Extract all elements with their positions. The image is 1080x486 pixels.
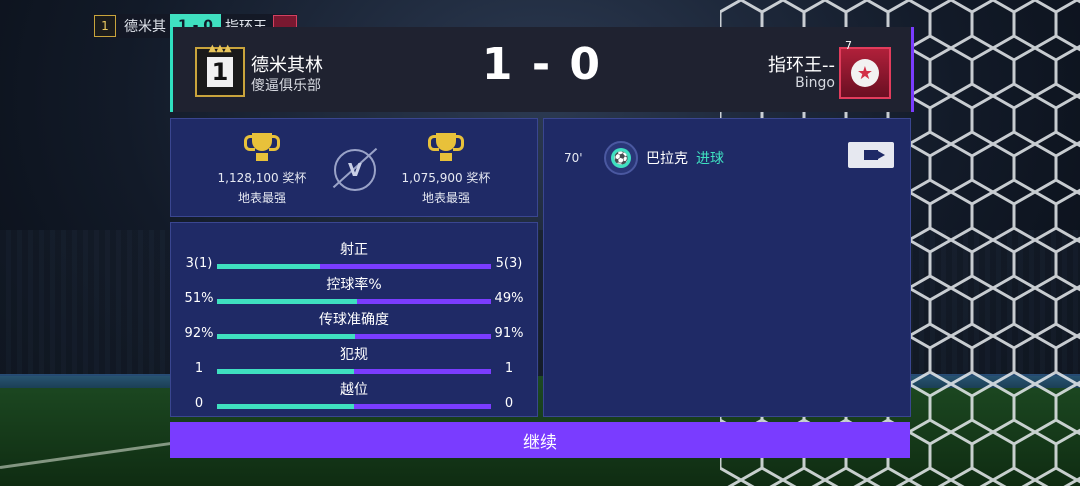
home-trophy-count: 1,128,100 奖杯 (217, 171, 307, 185)
video-camera-icon (864, 150, 885, 160)
stat-home-value: 1 (194, 361, 204, 376)
stat-bar (217, 299, 491, 304)
stat-label: 传球准确度 (319, 312, 389, 328)
events-panel: 70' ⚽ 巴拉克 进球 (543, 118, 911, 417)
stat-label: 犯规 (340, 347, 368, 363)
stat-label: 射正 (340, 242, 368, 258)
away-trophy-count: 1,075,900 奖杯 (401, 171, 491, 185)
stat-away-value: 0 (504, 396, 514, 411)
stat-row: 越位 0 0 (171, 379, 537, 413)
home-division: 地表最强 (237, 191, 286, 205)
stat-bar (217, 334, 491, 339)
away-division: 地表最强 (421, 191, 470, 205)
away-team-name: 指环王-- (768, 55, 835, 76)
stat-row: 控球率% 51% 49% (171, 274, 537, 308)
stat-row: 传球准确度 92% 91% (171, 309, 537, 343)
trophy-icon (244, 133, 280, 163)
trophy-icon (428, 133, 464, 163)
event-player: 巴拉克 (646, 151, 688, 167)
replay-button[interactable] (848, 142, 894, 168)
stat-away-value: 49% (494, 291, 524, 306)
away-badge-icon: 7 ★ (839, 39, 891, 99)
stat-home-value: 51% (184, 291, 214, 306)
stat-home-value: 3(1) (185, 256, 213, 271)
event-row: 70' ⚽ 巴拉克 进球 (564, 141, 724, 175)
stat-row: 射正 3(1) 5(3) (171, 239, 537, 273)
stat-bar (217, 369, 491, 374)
home-crest-icon: 1 (94, 15, 116, 37)
stat-home-value: 92% (184, 326, 214, 341)
stat-label: 控球率% (326, 277, 382, 293)
match-header: ▲▲▲ 1 德米其林 傻逼俱乐部 1 - 0 指环王-- Bingo 7 ★ (170, 27, 914, 112)
continue-button[interactable]: 继续 (170, 422, 910, 458)
star-icon: ★ (851, 59, 879, 87)
stat-bar (217, 404, 491, 409)
event-minute: 70' (564, 151, 583, 165)
mini-home-name: 德米其 (124, 19, 166, 35)
stat-bar (217, 264, 491, 269)
stat-away-value: 5(3) (495, 256, 523, 271)
stat-away-value: 91% (494, 326, 524, 341)
away-club-name: Bingo (795, 75, 835, 91)
stat-away-value: 1 (504, 361, 514, 376)
stat-home-value: 0 (194, 396, 204, 411)
ad-board-left (0, 374, 175, 388)
home-trophies: 1,128,100 奖杯 地表最强 (187, 133, 337, 206)
vs-icon: V (334, 149, 376, 191)
stats-panel: 射正 3(1) 5(3) 控球率% 51% 49% 传球准确度 92% 91% … (170, 222, 538, 417)
event-type: 进球 (696, 151, 724, 167)
away-badge-tag: 7 (845, 39, 852, 52)
trophy-panel: 1,128,100 奖杯 地表最强 V 1,075,900 奖杯 地表最强 (170, 118, 538, 217)
soccer-ball-icon: ⚽ (604, 141, 638, 175)
stat-label: 越位 (340, 382, 368, 398)
stat-row: 犯规 1 1 (171, 344, 537, 378)
away-trophies: 1,075,900 奖杯 地表最强 (371, 133, 521, 206)
